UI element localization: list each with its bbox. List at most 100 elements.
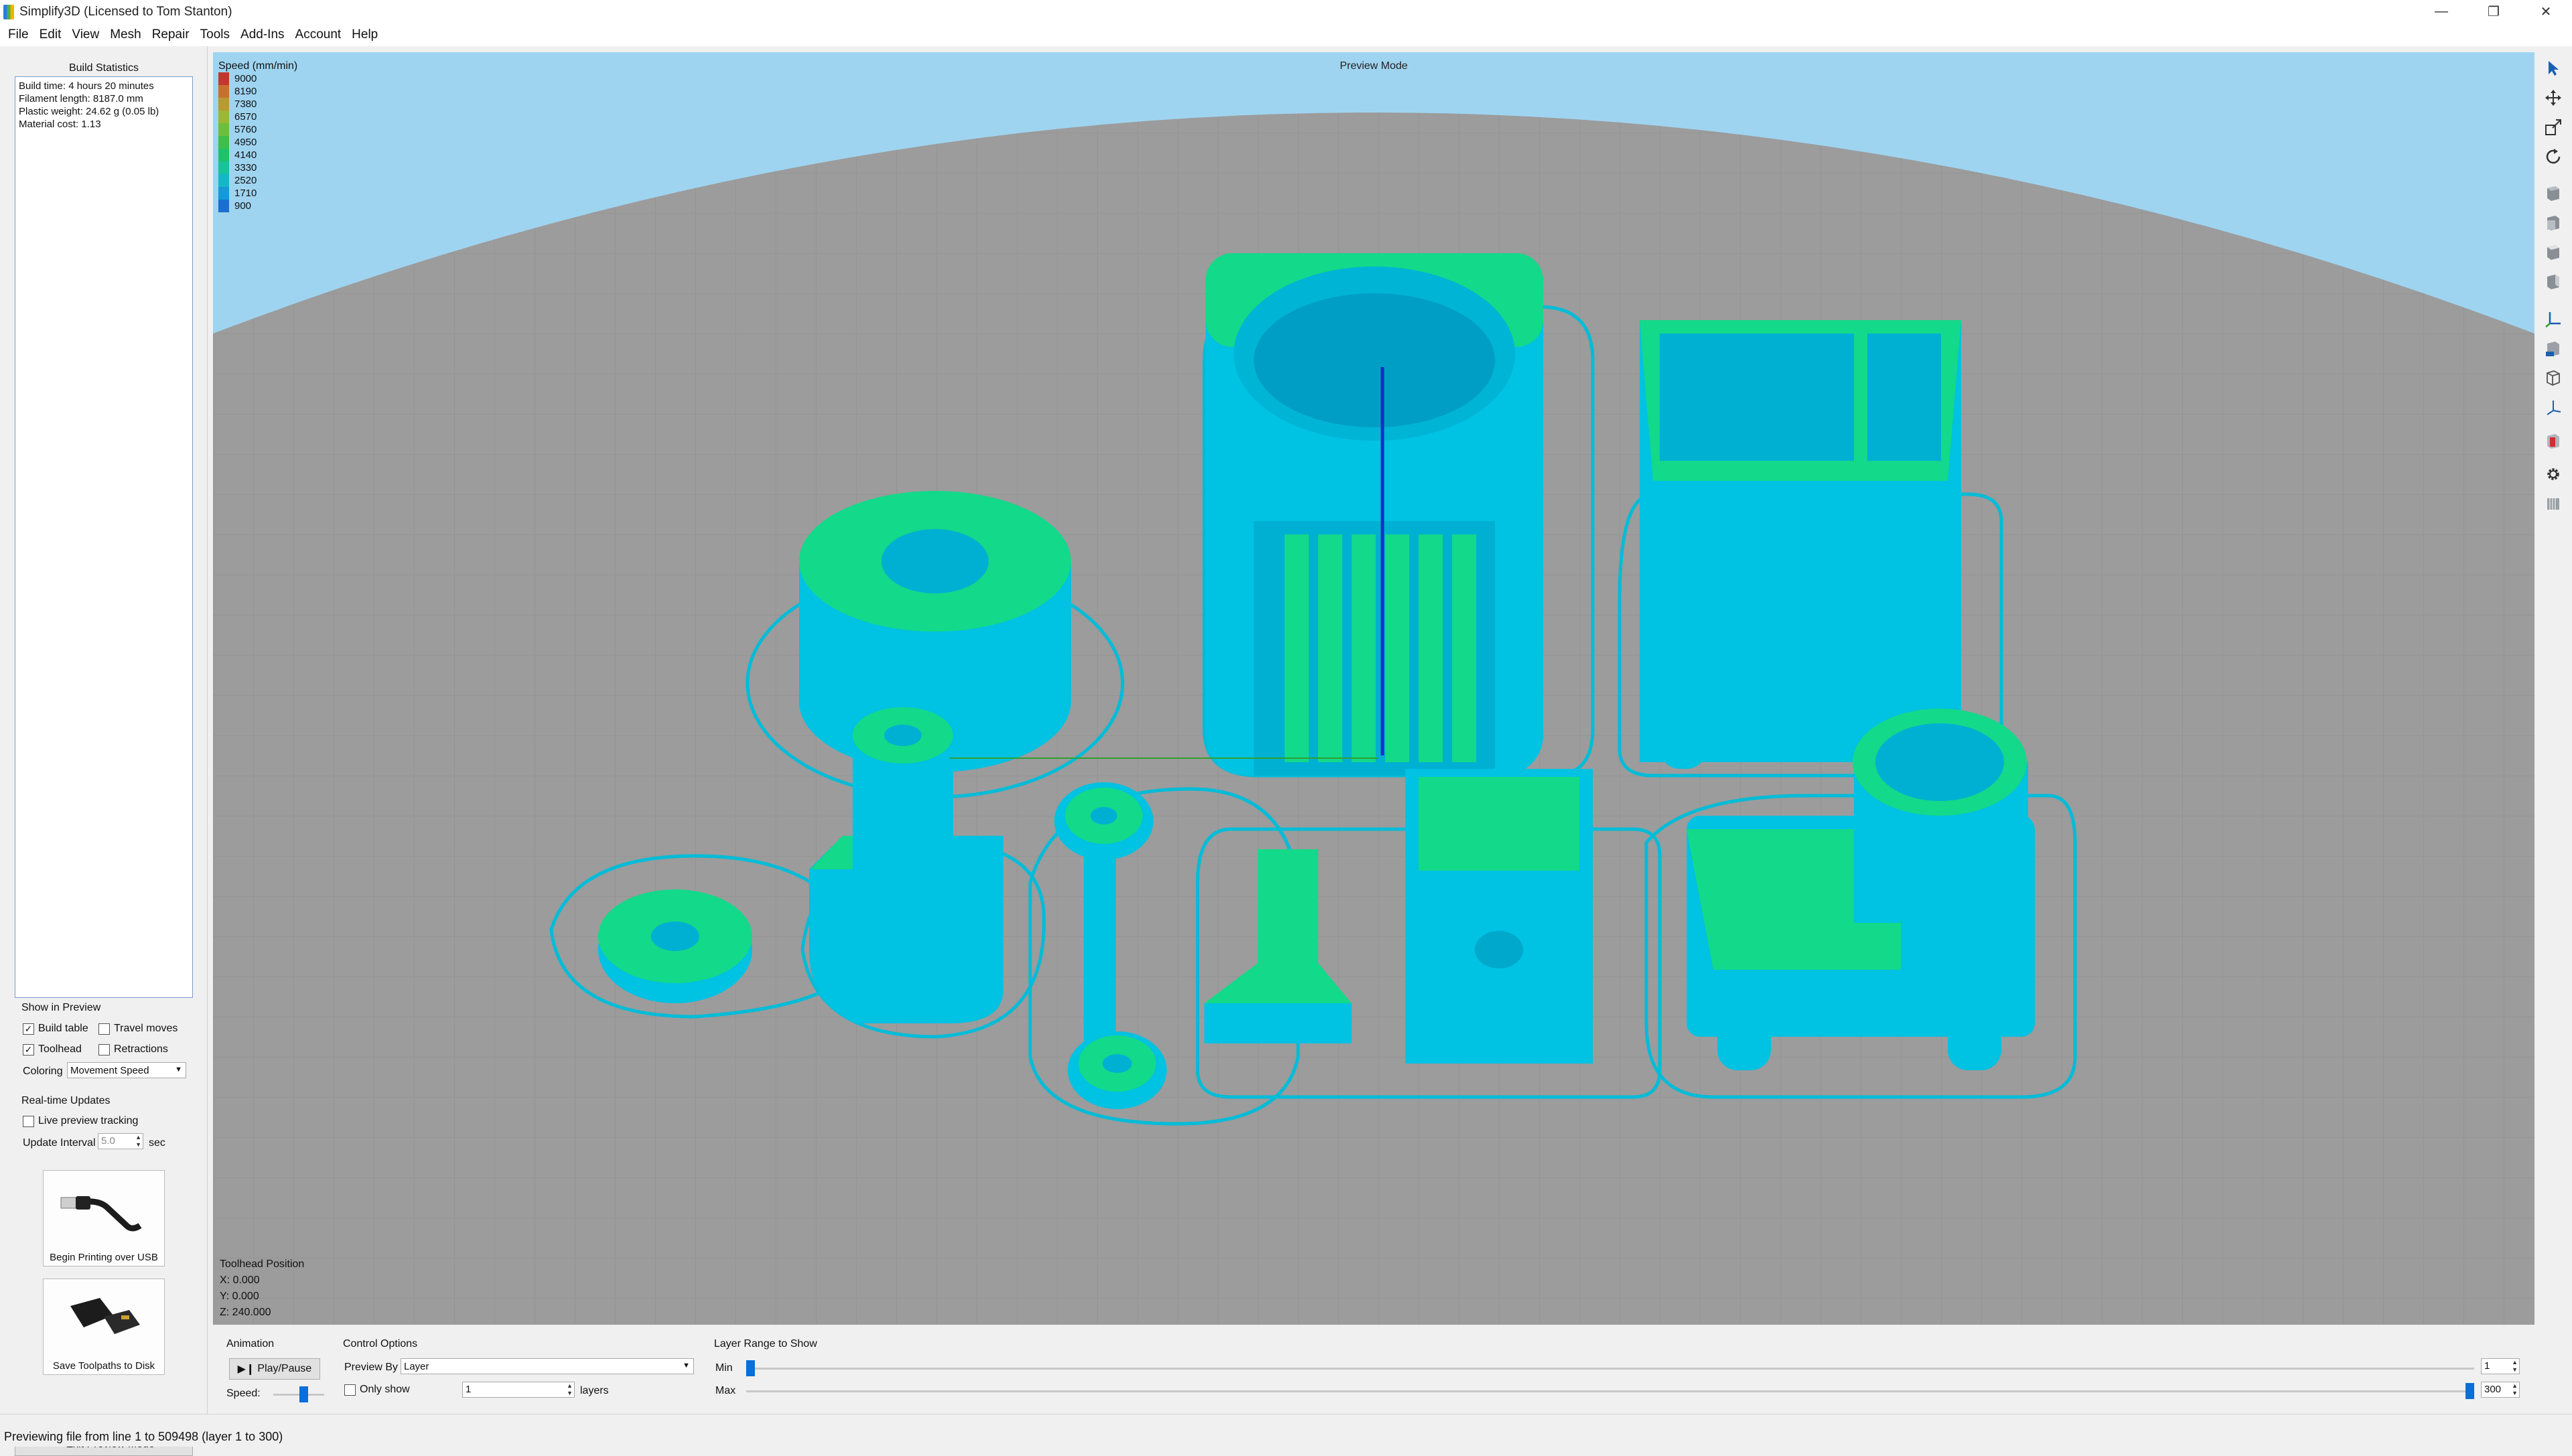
legend-row: 2520: [218, 174, 297, 187]
min-layer-value: 1: [2484, 1360, 2490, 1372]
build-statistics-box[interactable]: Build time: 4 hours 20 minutes Filament …: [15, 76, 193, 998]
legend-swatch: [218, 85, 229, 98]
move-icon[interactable]: [2544, 88, 2563, 107]
coloring-label: Coloring: [23, 1066, 63, 1077]
build-table-checkbox[interactable]: ✓: [23, 1023, 34, 1035]
build-table-label: Build table: [38, 1023, 88, 1034]
toolhead-z: Z: 240.000: [220, 1307, 271, 1318]
travel-moves-checkbox-row[interactable]: Travel moves: [98, 1023, 177, 1035]
legend-swatch: [218, 123, 229, 136]
max-layer-slider-thumb[interactable]: [2466, 1383, 2474, 1399]
legend-row: 3330: [218, 161, 297, 174]
max-layer-input[interactable]: 300 ▲ ▼: [2481, 1382, 2520, 1398]
legend-row: 9000: [218, 72, 297, 85]
close-icon[interactable]: ✕: [2520, 0, 2572, 23]
only-show-checkbox[interactable]: [344, 1384, 356, 1396]
cross-section-icon[interactable]: [2544, 398, 2563, 417]
preview-by-select[interactable]: Layer ▼: [401, 1358, 694, 1374]
legend-value: 2520: [234, 175, 257, 186]
travel-moves-label: Travel moves: [114, 1023, 178, 1034]
iso-view-icon[interactable]: [2544, 184, 2563, 202]
menu-edit[interactable]: Edit: [34, 27, 67, 42]
begin-printing-usb-button[interactable]: Begin Printing over USB: [43, 1170, 165, 1266]
top-view-icon[interactable]: [2544, 242, 2563, 261]
legend-value: 9000: [234, 73, 257, 84]
legend-row: 7380: [218, 98, 297, 111]
menu-repair[interactable]: Repair: [147, 27, 195, 42]
legend-value: 1710: [234, 188, 257, 199]
front-view-icon[interactable]: [2544, 213, 2563, 232]
chevron-down-icon: ▼: [683, 1362, 690, 1370]
menu-help[interactable]: Help: [346, 27, 383, 42]
toolhead-checkbox[interactable]: ✓: [23, 1043, 34, 1055]
menu-tools[interactable]: Tools: [195, 27, 235, 42]
side-view-icon[interactable]: [2544, 272, 2563, 291]
retractions-checkbox-row[interactable]: Retractions: [98, 1043, 168, 1055]
min-layer-slider-thumb[interactable]: [746, 1360, 755, 1376]
travel-moves-checkbox[interactable]: [98, 1023, 110, 1035]
wireframe-icon[interactable]: [2544, 368, 2563, 387]
rotate-icon[interactable]: [2544, 147, 2563, 166]
min-layer-input[interactable]: 1 ▲ ▼: [2481, 1358, 2520, 1374]
legend-swatch: [218, 174, 229, 187]
layers-icon[interactable]: [2544, 494, 2563, 513]
play-pause-button[interactable]: ▶❙ Play/Pause: [229, 1358, 320, 1380]
spin-arrows-icon[interactable]: ▲ ▼: [567, 1382, 573, 1397]
update-interval-label: Update Interval: [23, 1137, 96, 1149]
retractions-checkbox[interactable]: [98, 1043, 110, 1055]
legend-swatch: [218, 200, 229, 212]
left-panel: Build Statistics Build time: 4 hours 20 …: [0, 46, 208, 1456]
coloring-select[interactable]: Movement Speed ▼: [67, 1062, 186, 1078]
legend-row: 5760: [218, 123, 297, 136]
coloring-value: Movement Speed: [70, 1064, 149, 1076]
spin-arrows-icon[interactable]: ▲ ▼: [2512, 1382, 2518, 1397]
restore-icon[interactable]: ❐: [2468, 0, 2520, 23]
legend-row: 6570: [218, 111, 297, 123]
stat-build-time: Build time: 4 hours 20 minutes: [19, 80, 154, 92]
usb-cable-icon: [60, 1196, 142, 1232]
select-cursor-icon[interactable]: [2544, 59, 2563, 78]
live-preview-checkbox[interactable]: [23, 1115, 34, 1127]
view-toolbar: [2534, 52, 2572, 1325]
toolhead-position-title: Toolhead Position: [220, 1258, 305, 1270]
cut-model-icon[interactable]: [2544, 431, 2563, 450]
axes-icon[interactable]: [2544, 309, 2563, 328]
update-interval-input[interactable]: 5.0 ▲ ▼: [98, 1133, 143, 1149]
menu-account[interactable]: Account: [290, 27, 347, 42]
live-preview-checkbox-row[interactable]: Live preview tracking: [23, 1115, 138, 1127]
retractions-label: Retractions: [114, 1043, 168, 1055]
max-layer-slider-track[interactable]: [746, 1390, 2474, 1392]
menu-add-ins[interactable]: Add-Ins: [235, 27, 289, 42]
preview-viewport[interactable]: Speed (mm/min) 9000 8190 7380 6570 5760 4950 4…: [213, 52, 2534, 1325]
stat-material-cost: Material cost: 1.13: [19, 119, 101, 130]
toolhead-label: Toolhead: [38, 1043, 82, 1055]
preview-by-value: Layer: [404, 1360, 429, 1372]
scale-icon[interactable]: [2544, 118, 2563, 137]
gear-icon[interactable]: [2544, 465, 2563, 484]
stat-plastic-weight: Plastic weight: 24.62 g (0.05 lb): [19, 106, 159, 117]
toolhead-checkbox-row[interactable]: ✓ Toolhead: [23, 1043, 82, 1055]
menu-file[interactable]: File: [3, 27, 34, 42]
min-layer-slider-track[interactable]: [746, 1368, 2474, 1370]
only-show-input[interactable]: 1 ▲ ▼: [462, 1382, 575, 1398]
build-table-checkbox-row[interactable]: ✓ Build table: [23, 1023, 88, 1035]
menu-mesh[interactable]: Mesh: [104, 27, 146, 42]
minimize-icon[interactable]: —: [2415, 0, 2468, 23]
only-show-value: 1: [466, 1384, 472, 1395]
save-toolpaths-button[interactable]: Save Toolpaths to Disk: [43, 1279, 165, 1375]
layer-range-title: Layer Range to Show: [714, 1338, 817, 1350]
build-volume-icon[interactable]: [2544, 339, 2563, 358]
legend-value: 7380: [234, 98, 257, 110]
only-show-checkbox-row[interactable]: Only show: [344, 1384, 410, 1396]
max-layer-value: 300: [2484, 1384, 2502, 1395]
menu-view[interactable]: View: [66, 27, 104, 42]
legend-swatch: [218, 187, 229, 200]
speed-slider-thumb[interactable]: [299, 1386, 308, 1402]
menu-bar: File Edit View Mesh Repair Tools Add-Ins…: [0, 23, 2572, 46]
legend-rows: 9000 8190 7380 6570 5760 4950 4140 3330 2520 1710…: [218, 72, 297, 212]
build-plate-scene: [213, 113, 2534, 1325]
legend-row: 900: [218, 200, 297, 212]
speed-slider-track[interactable]: [273, 1394, 324, 1396]
spin-arrows-icon[interactable]: ▲ ▼: [135, 1134, 141, 1149]
spin-arrows-icon[interactable]: ▲ ▼: [2512, 1359, 2518, 1374]
